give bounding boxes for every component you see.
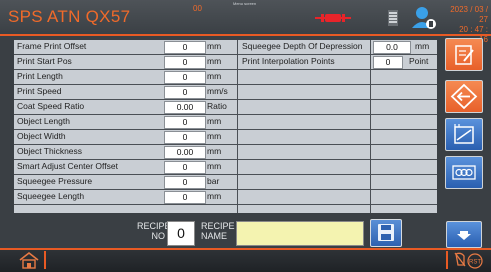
- arrow-icon: [450, 83, 478, 110]
- recipe-no-label: RECIPE NO: [137, 221, 171, 241]
- param-unit: mm: [207, 131, 222, 141]
- edit-button[interactable]: [445, 38, 483, 71]
- param-unit: mm: [207, 191, 222, 201]
- save-icon: [378, 224, 394, 241]
- connection-icon: [315, 14, 351, 22]
- footer-divider: [44, 251, 46, 269]
- param-label: Coat Speed Ratio: [17, 101, 85, 111]
- param-row-print-length: Print Length 0 mm: [14, 70, 237, 85]
- param-unit: mm: [207, 146, 222, 156]
- param-value-input[interactable]: 0.00: [164, 146, 206, 159]
- empty-row: [238, 130, 437, 145]
- param-label: Print Speed: [17, 86, 62, 96]
- param-value-input[interactable]: 0: [164, 41, 206, 54]
- param-label: Frame Print Offset: [17, 41, 87, 51]
- empty-row: [238, 160, 437, 175]
- param-row-squeegee-depth: Squeegee Depth Of Depression 0.0 mm: [238, 40, 437, 55]
- recipe-name-label: RECIPE NAME: [201, 221, 235, 241]
- empty-row: [238, 145, 437, 160]
- recipe-name-label-line2: NAME: [201, 231, 228, 241]
- param-value-input[interactable]: 0: [164, 161, 206, 174]
- param-unit: Ratio: [207, 101, 227, 111]
- param-label: Object Length: [17, 116, 70, 126]
- param-label: Print Interpolation Points: [242, 56, 335, 66]
- home-icon[interactable]: [18, 251, 40, 269]
- machine-title: SPS ATN QX57: [8, 7, 131, 26]
- param-value-input[interactable]: 0: [164, 71, 206, 84]
- date-text: 2023 / 03 / 27: [450, 5, 488, 24]
- param-value-input[interactable]: 0: [373, 56, 403, 69]
- param-row-frame-print-offset: Frame Print Offset 0 mm: [14, 40, 237, 55]
- footer-bar: [0, 248, 491, 272]
- param-unit: mm: [207, 56, 222, 66]
- param-label: Object Width: [17, 131, 66, 141]
- param-label: Print Start Pos: [17, 56, 72, 66]
- param-unit: mm: [207, 41, 222, 51]
- empty-row: [238, 70, 437, 85]
- reset-icon[interactable]: RST: [452, 250, 484, 269]
- param-label: Squeegee Depth Of Depression: [242, 41, 363, 51]
- param-unit: Point: [409, 56, 429, 66]
- empty-row: [238, 85, 437, 100]
- param-unit: mm: [207, 161, 222, 171]
- param-unit: mm: [207, 116, 222, 126]
- param-value-input[interactable]: 0: [164, 56, 206, 69]
- save-recipe-button[interactable]: [370, 219, 402, 247]
- param-value-input[interactable]: 0: [164, 176, 206, 189]
- param-label: Squeegee Pressure: [17, 176, 93, 186]
- recipe-no-field[interactable]: 0: [167, 221, 195, 246]
- param-row-smart-adjust-center-offset: Smart Adjust Center Offset 0 mm: [14, 160, 237, 175]
- edit-icon: [455, 45, 474, 65]
- screen-caption: Menu screen: [233, 1, 257, 6]
- param-unit: mm: [207, 71, 222, 81]
- param-value-input[interactable]: 0: [164, 86, 206, 99]
- param-row-object-thickness: Object Thickness 0.00 mm: [14, 145, 237, 160]
- param-label: Smart Adjust Center Offset: [17, 161, 118, 171]
- param-unit: mm: [415, 41, 430, 51]
- calibrate-icon: [454, 124, 474, 144]
- param-row-print-interpolation-points: Print Interpolation Points 0 Point: [238, 55, 437, 70]
- empty-row: [238, 115, 437, 130]
- param-value-input[interactable]: 0.0: [373, 41, 411, 54]
- recipe-name-field[interactable]: [236, 221, 364, 246]
- footer-divider: [446, 251, 448, 269]
- param-row-print-start-pos: Print Start Pos 0 mm: [14, 55, 237, 70]
- scroll-down-button[interactable]: [446, 221, 482, 248]
- battery-icon: [388, 10, 398, 26]
- param-row-print-speed: Print Speed 0 mm/s: [14, 85, 237, 100]
- param-value-input[interactable]: 0: [164, 191, 206, 204]
- param-label: Object Thickness: [17, 146, 83, 156]
- param-value-input[interactable]: 0: [164, 116, 206, 129]
- empty-row: [238, 175, 437, 190]
- down-arrow-icon: [457, 231, 471, 240]
- param-value-input[interactable]: 0.00: [164, 101, 206, 114]
- param-unit: mm/s: [207, 86, 228, 96]
- zoom-button[interactable]: [445, 156, 483, 189]
- param-row-squeegee-pressure: Squeegee Pressure 0 bar: [14, 175, 237, 190]
- param-label: Squeegee Length: [17, 191, 85, 201]
- param-row-object-length: Object Length 0 mm: [14, 115, 237, 130]
- parameter-panel: Frame Print Offset 0 mm Print Start Pos …: [14, 40, 437, 213]
- calibrate-button[interactable]: [445, 118, 483, 151]
- recipe-no-label-line1: RECIPE: [137, 221, 171, 231]
- empty-row: [238, 100, 437, 115]
- param-row-object-width: Object Width 0 mm: [14, 130, 237, 145]
- arrow-button[interactable]: [445, 80, 483, 113]
- svg-text:RST: RST: [469, 260, 481, 266]
- param-row-coat-speed-ratio: Coat Speed Ratio 0.00 Ratio: [14, 100, 237, 115]
- zoom-icon: [452, 165, 476, 180]
- empty-row: [238, 190, 437, 205]
- param-label: Print Length: [17, 71, 63, 81]
- recipe-no-label-line2: NO: [151, 231, 166, 241]
- param-unit: bar: [207, 176, 220, 186]
- param-row-squeegee-length: Squeegee Length 0 mm: [14, 190, 237, 205]
- param-value-input[interactable]: 0: [164, 131, 206, 144]
- user-icon[interactable]: [411, 6, 437, 30]
- recipe-name-label-line1: RECIPE: [201, 221, 235, 231]
- status-code: 00: [193, 4, 202, 13]
